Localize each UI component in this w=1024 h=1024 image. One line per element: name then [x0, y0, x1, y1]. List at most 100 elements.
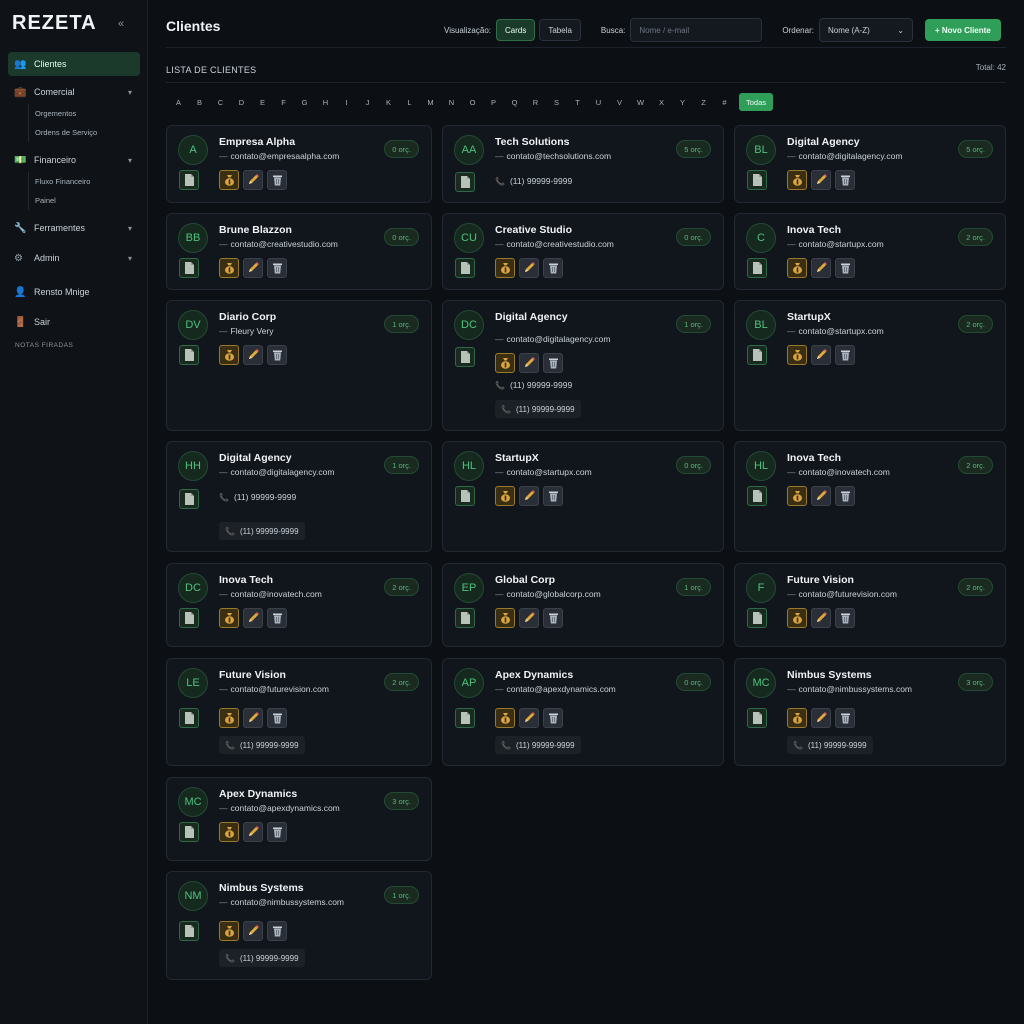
document-button[interactable] [747, 170, 767, 190]
document-button[interactable] [455, 708, 475, 728]
sidebar-subitem-fluxo[interactable]: Fluxo Financeiro [35, 172, 140, 191]
quote-button[interactable] [787, 708, 807, 728]
edit-button[interactable] [243, 608, 263, 628]
client-card[interactable]: MC Nimbus Systems — contato@nimbussystems.c… [734, 658, 1006, 766]
edit-button[interactable] [811, 258, 831, 278]
client-card[interactable]: HH Digital Agency — contato@digitalagency.c… [166, 441, 432, 552]
letter-filter[interactable]: C [210, 98, 231, 107]
letter-filter[interactable]: L [399, 98, 420, 107]
sidebar-item-financeiro[interactable]: 💵 Financeiro ▾ [8, 148, 140, 172]
delete-button[interactable] [543, 486, 563, 506]
letter-filter[interactable]: N [441, 98, 462, 107]
document-button[interactable] [179, 258, 199, 278]
delete-button[interactable] [267, 708, 287, 728]
delete-button[interactable] [543, 608, 563, 628]
edit-button[interactable] [519, 608, 539, 628]
letter-filter[interactable]: Q [504, 98, 525, 107]
delete-button[interactable] [835, 258, 855, 278]
edit-button[interactable] [811, 608, 831, 628]
document-button[interactable] [179, 170, 199, 190]
client-card[interactable]: HL Inova Tech — contato@inovatech.com 2 orç. [734, 441, 1006, 552]
delete-button[interactable] [267, 608, 287, 628]
client-card[interactable]: EP Global Corp — contato@globalcorp.com 1 or… [442, 563, 724, 647]
letter-filter[interactable]: V [609, 98, 630, 107]
edit-button[interactable] [243, 921, 263, 941]
document-button[interactable] [747, 345, 767, 365]
quote-button[interactable] [787, 345, 807, 365]
document-button[interactable] [179, 921, 199, 941]
document-button[interactable] [455, 486, 475, 506]
document-button[interactable] [747, 486, 767, 506]
client-card[interactable]: DC Digital Agency — contato@digitalagency.c… [442, 300, 724, 431]
letter-filter[interactable]: S [546, 98, 567, 107]
client-card[interactable]: F Future Vision — contato@futurevision.com 2… [734, 563, 1006, 647]
quote-button[interactable] [219, 921, 239, 941]
edit-button[interactable] [811, 345, 831, 365]
document-button[interactable] [747, 708, 767, 728]
quote-button[interactable] [495, 353, 515, 373]
search-input[interactable] [630, 18, 763, 42]
letter-filter[interactable]: G [294, 98, 315, 107]
letter-filter[interactable]: U [588, 98, 609, 107]
edit-button[interactable] [519, 258, 539, 278]
delete-button[interactable] [267, 258, 287, 278]
quote-button[interactable] [219, 258, 239, 278]
edit-button[interactable] [243, 822, 263, 842]
letter-filter[interactable]: A [168, 98, 189, 107]
quote-button[interactable] [219, 708, 239, 728]
sidebar-item-sair[interactable]: 🚪 Sair [8, 310, 140, 334]
quote-button[interactable] [787, 258, 807, 278]
edit-button[interactable] [243, 345, 263, 365]
edit-button[interactable] [811, 170, 831, 190]
sidebar-item-clientes[interactable]: 👥 Clientes [8, 52, 140, 76]
letter-filter[interactable]: F [273, 98, 294, 107]
delete-button[interactable] [267, 170, 287, 190]
letter-filter[interactable]: W [630, 98, 651, 107]
delete-button[interactable] [543, 353, 563, 373]
delete-button[interactable] [835, 345, 855, 365]
sidebar-subitem-painel[interactable]: Painel [35, 191, 140, 210]
document-button[interactable] [179, 608, 199, 628]
quote-button[interactable] [495, 608, 515, 628]
delete-button[interactable] [267, 921, 287, 941]
edit-button[interactable] [811, 486, 831, 506]
sidebar-subitem-ordens-servico[interactable]: Ordens de Serviço [35, 123, 140, 142]
document-button[interactable] [455, 172, 475, 192]
letter-filter[interactable]: R [525, 98, 546, 107]
document-button[interactable] [455, 347, 475, 367]
letter-filter[interactable]: I [336, 98, 357, 107]
sidebar-item-ferramentas[interactable]: 🔧 Ferramentes ▾ [8, 216, 140, 240]
letter-filter[interactable]: # [714, 98, 735, 107]
delete-button[interactable] [543, 708, 563, 728]
client-card[interactable]: C Inova Tech — contato@startupx.com 2 orç. [734, 213, 1006, 290]
letter-filter[interactable]: M [420, 98, 441, 107]
client-card[interactable]: CU Creative Studio — contato@creativestudio… [442, 213, 724, 290]
sidebar-subitem-orcamentos[interactable]: Orgementos [35, 104, 140, 123]
document-button[interactable] [455, 608, 475, 628]
letter-filter[interactable]: H [315, 98, 336, 107]
client-card[interactable]: BL StartupX — contato@startupx.com 2 orç. [734, 300, 1006, 431]
quote-button[interactable] [219, 608, 239, 628]
letter-filter[interactable]: P [483, 98, 504, 107]
sort-select[interactable]: Nome (A-Z) ⌄ [818, 18, 913, 42]
edit-button[interactable] [519, 486, 539, 506]
letter-filter-all[interactable]: Todas [739, 93, 774, 111]
delete-button[interactable] [835, 486, 855, 506]
client-card[interactable]: DC Inova Tech — contato@inovatech.com 2 orç. [166, 563, 432, 647]
delete-button[interactable] [835, 708, 855, 728]
client-card[interactable]: MC Apex Dynamics — contato@apexdynamics.com… [166, 777, 432, 861]
client-card[interactable]: NM Nimbus Systems — contato@nimbussystems.c… [166, 871, 432, 980]
quote-button[interactable] [219, 345, 239, 365]
document-button[interactable] [179, 708, 199, 728]
quote-button[interactable] [219, 170, 239, 190]
quote-button[interactable] [219, 822, 239, 842]
edit-button[interactable] [243, 170, 263, 190]
view-table-button[interactable]: Tabela [539, 19, 581, 41]
view-cards-button[interactable]: Cards [496, 19, 536, 41]
letter-filter[interactable]: D [231, 98, 252, 107]
client-card[interactable]: AP Apex Dynamics — contato@apexdynamics.com… [442, 658, 724, 766]
client-card[interactable]: BB Brune Blazzon — contato@creativestudio.c… [166, 213, 432, 290]
letter-filter[interactable]: Y [672, 98, 693, 107]
delete-button[interactable] [267, 345, 287, 365]
delete-button[interactable] [835, 170, 855, 190]
